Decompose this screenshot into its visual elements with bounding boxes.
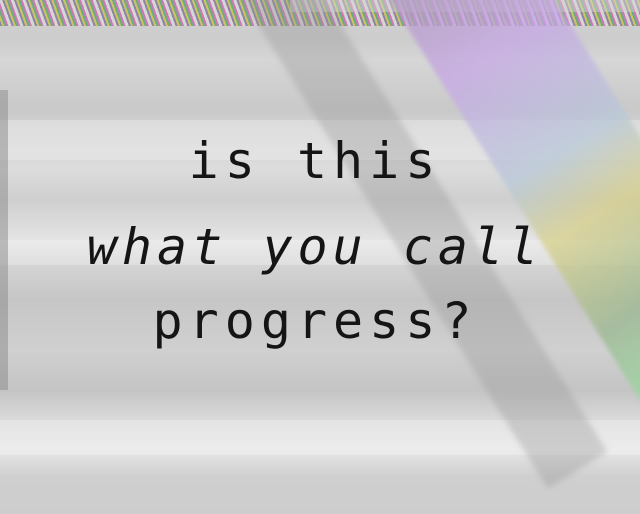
caption-line-1: is this [188, 132, 442, 190]
caption-line-3: progress? [152, 292, 478, 350]
caption-line-2: what you call [86, 218, 544, 276]
